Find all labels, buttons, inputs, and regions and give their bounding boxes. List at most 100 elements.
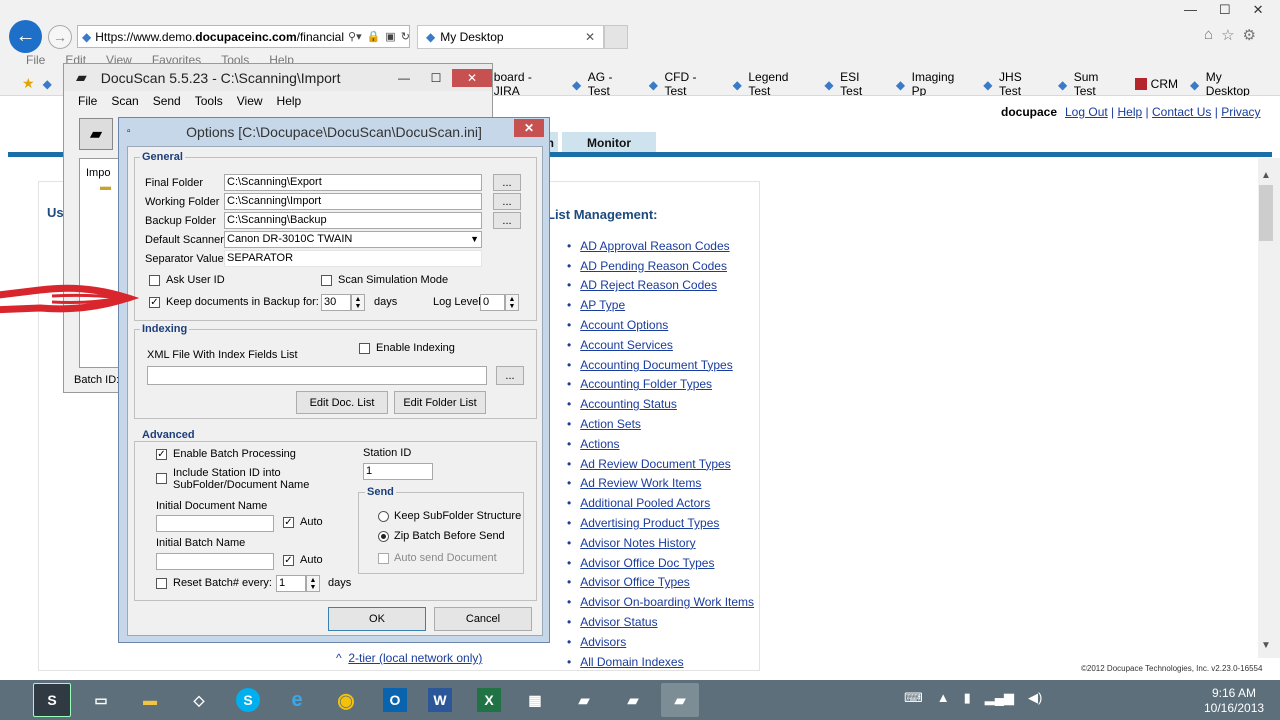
edit-folder-list-button[interactable]: Edit Folder List bbox=[394, 391, 486, 414]
close-icon[interactable]: ✕ bbox=[585, 30, 595, 44]
fav-jhs-test[interactable]: ◆ JHS Test bbox=[983, 70, 1046, 98]
list-item[interactable]: Account Options bbox=[567, 315, 754, 335]
fav-crm[interactable]: CRM bbox=[1134, 77, 1178, 91]
separator-input[interactable]: SEPARATOR bbox=[224, 250, 482, 267]
enable-indexing-checkbox[interactable] bbox=[359, 343, 370, 354]
initial-batch-input[interactable] bbox=[156, 553, 274, 570]
list-item[interactable]: AP Type bbox=[567, 295, 754, 315]
list-item[interactable]: AD Reject Reason Codes bbox=[567, 276, 754, 296]
list-item[interactable]: Actions bbox=[567, 434, 754, 454]
auto-send-checkbox[interactable] bbox=[378, 553, 389, 564]
taskbar-app-excel[interactable]: X bbox=[470, 683, 508, 717]
list-item[interactable]: Advisor Notes History bbox=[567, 533, 754, 553]
cancel-button[interactable]: Cancel bbox=[434, 607, 532, 631]
list-item[interactable]: Advertising Product Types bbox=[567, 513, 754, 533]
working-folder-input[interactable]: C:\Scanning\Import bbox=[224, 193, 482, 210]
log-level-input[interactable]: 0 bbox=[480, 294, 505, 311]
maximize-icon[interactable]: ☐ bbox=[420, 71, 452, 85]
scroll-down-icon[interactable]: ▼ bbox=[1261, 640, 1271, 651]
taskbar-app-explorer[interactable]: ▭ bbox=[82, 683, 120, 717]
list-item[interactable]: Advisor Office Types bbox=[567, 573, 754, 593]
scan-button[interactable]: ▰ bbox=[79, 118, 113, 150]
final-folder-browse-button[interactable]: ... bbox=[493, 174, 521, 191]
xml-browse-button[interactable]: ... bbox=[496, 366, 524, 385]
minimize-icon[interactable]: — bbox=[1184, 2, 1197, 18]
logout-link[interactable]: Log Out bbox=[1065, 105, 1108, 119]
edit-doc-list-button[interactable]: Edit Doc. List bbox=[296, 391, 388, 414]
new-tab-button[interactable] bbox=[604, 25, 628, 49]
keep-days-input[interactable]: 30 bbox=[321, 294, 351, 311]
browser-tab[interactable]: ◆ My Desktop ✕ bbox=[417, 25, 604, 49]
volume-icon[interactable]: ◀) bbox=[1028, 690, 1042, 706]
list-item[interactable]: AD Pending Reason Codes bbox=[567, 256, 754, 276]
reset-every-input[interactable]: 1 bbox=[276, 575, 306, 592]
final-folder-input[interactable]: C:\Scanning\Export bbox=[224, 174, 482, 191]
initial-doc-input[interactable] bbox=[156, 515, 274, 532]
list-item[interactable]: All Domain Indexes bbox=[567, 652, 754, 672]
expand-tray-icon[interactable]: ▲ bbox=[937, 690, 950, 706]
close-icon[interactable]: ✕ bbox=[514, 119, 544, 137]
gear-icon[interactable]: ⚙ bbox=[1243, 26, 1256, 44]
tree-item[interactable]: Impo bbox=[86, 167, 110, 179]
backup-folder-input[interactable]: C:\Scanning\Backup bbox=[224, 212, 482, 229]
working-folder-browse-button[interactable]: ... bbox=[493, 193, 521, 210]
list-item[interactable]: Accounting Status bbox=[567, 394, 754, 414]
taskbar-app-remote[interactable]: ▦ bbox=[516, 683, 554, 717]
menu-send[interactable]: Send bbox=[153, 94, 181, 108]
menu-scan[interactable]: Scan bbox=[111, 94, 138, 108]
menu-file[interactable]: File bbox=[26, 53, 45, 67]
list-item[interactable]: Advisor On-boarding Work Items bbox=[567, 592, 754, 612]
taskbar-app-chrome[interactable]: ◉ bbox=[327, 683, 365, 717]
taskbar-app-word[interactable]: W bbox=[421, 683, 459, 717]
taskbar-app-folder[interactable]: ▬ bbox=[131, 683, 169, 717]
compat-icon[interactable]: ▣ bbox=[385, 30, 395, 43]
zip-batch-radio[interactable] bbox=[378, 531, 389, 542]
fav-ag-test[interactable]: ◆ AG - Test bbox=[572, 70, 637, 98]
docuscan-titlebar[interactable]: ▰ DocuScan 5.5.23 - C:\Scanning\Import —… bbox=[64, 64, 492, 91]
add-favorite-icon[interactable]: ◆ bbox=[43, 77, 52, 91]
station-id-input[interactable]: 1 bbox=[363, 463, 433, 480]
taskbar-app-skype[interactable]: S bbox=[229, 683, 267, 717]
taskbar-app-scan2[interactable]: ▰ bbox=[614, 683, 652, 717]
list-item[interactable]: Account Services bbox=[567, 335, 754, 355]
taskbar-app-outlook[interactable]: O bbox=[376, 683, 414, 717]
taskbar-app-vs[interactable]: ◇ bbox=[180, 683, 218, 717]
enable-batch-checkbox[interactable]: ✓ bbox=[156, 449, 167, 460]
ask-user-id-checkbox[interactable] bbox=[149, 275, 160, 286]
fav-imaging[interactable]: ◆ Imaging Pp bbox=[896, 70, 971, 98]
lock-icon[interactable]: 🔒 bbox=[367, 30, 381, 43]
scroll-up-icon[interactable]: ▲ bbox=[1261, 170, 1271, 181]
keep-docs-checkbox[interactable]: ✓ bbox=[149, 297, 160, 308]
star-icon[interactable]: ☆ bbox=[1221, 26, 1234, 44]
list-item[interactable]: Advisor Status bbox=[567, 612, 754, 632]
scan-sim-checkbox[interactable] bbox=[321, 275, 332, 286]
list-item[interactable]: Ad Review Document Types bbox=[567, 454, 754, 474]
ok-button[interactable]: OK bbox=[328, 607, 426, 631]
keep-subfolder-radio[interactable] bbox=[378, 511, 389, 522]
list-item[interactable]: Advisor Office Doc Types bbox=[567, 553, 754, 573]
contact-link[interactable]: Contact Us bbox=[1152, 105, 1211, 119]
privacy-link[interactable]: Privacy bbox=[1221, 105, 1260, 119]
list-item[interactable]: Accounting Folder Types bbox=[567, 375, 754, 395]
list-item[interactable]: Ad Review Work Items bbox=[567, 474, 754, 494]
address-bar[interactable]: ◆ Https://www.demo.docupaceinc.com/finan… bbox=[77, 25, 410, 48]
clock[interactable]: 9:16 AM 10/16/2013 bbox=[1204, 686, 1264, 716]
list-item[interactable]: Advisors bbox=[567, 632, 754, 652]
close-icon[interactable]: ✕ bbox=[1253, 2, 1264, 18]
xml-file-input[interactable] bbox=[147, 366, 487, 385]
list-item[interactable]: Additional Pooled Actors bbox=[567, 493, 754, 513]
taskbar-app-docuscan[interactable]: ▰ bbox=[661, 683, 699, 717]
menu-help[interactable]: Help bbox=[277, 94, 302, 108]
backup-folder-browse-button[interactable]: ... bbox=[493, 212, 521, 229]
keep-days-stepper[interactable]: ▲ ▼ bbox=[351, 294, 365, 311]
fav-cfd-test[interactable]: ◆ CFD - Test bbox=[649, 70, 721, 98]
fav-legend-test[interactable]: ◆ Legend Test bbox=[733, 70, 813, 98]
maximize-icon[interactable]: ☐ bbox=[1219, 2, 1231, 18]
initial-doc-auto-checkbox[interactable]: ✓ bbox=[283, 517, 294, 528]
minimize-icon[interactable]: — bbox=[388, 71, 420, 85]
back-button[interactable]: ← bbox=[9, 20, 42, 53]
default-scanner-select[interactable]: Canon DR-3010C TWAIN ▼ bbox=[224, 231, 482, 248]
menu-file[interactable]: File bbox=[78, 94, 97, 108]
reset-batch-checkbox[interactable] bbox=[156, 578, 167, 589]
reset-every-stepper[interactable]: ▲ ▼ bbox=[306, 575, 320, 592]
